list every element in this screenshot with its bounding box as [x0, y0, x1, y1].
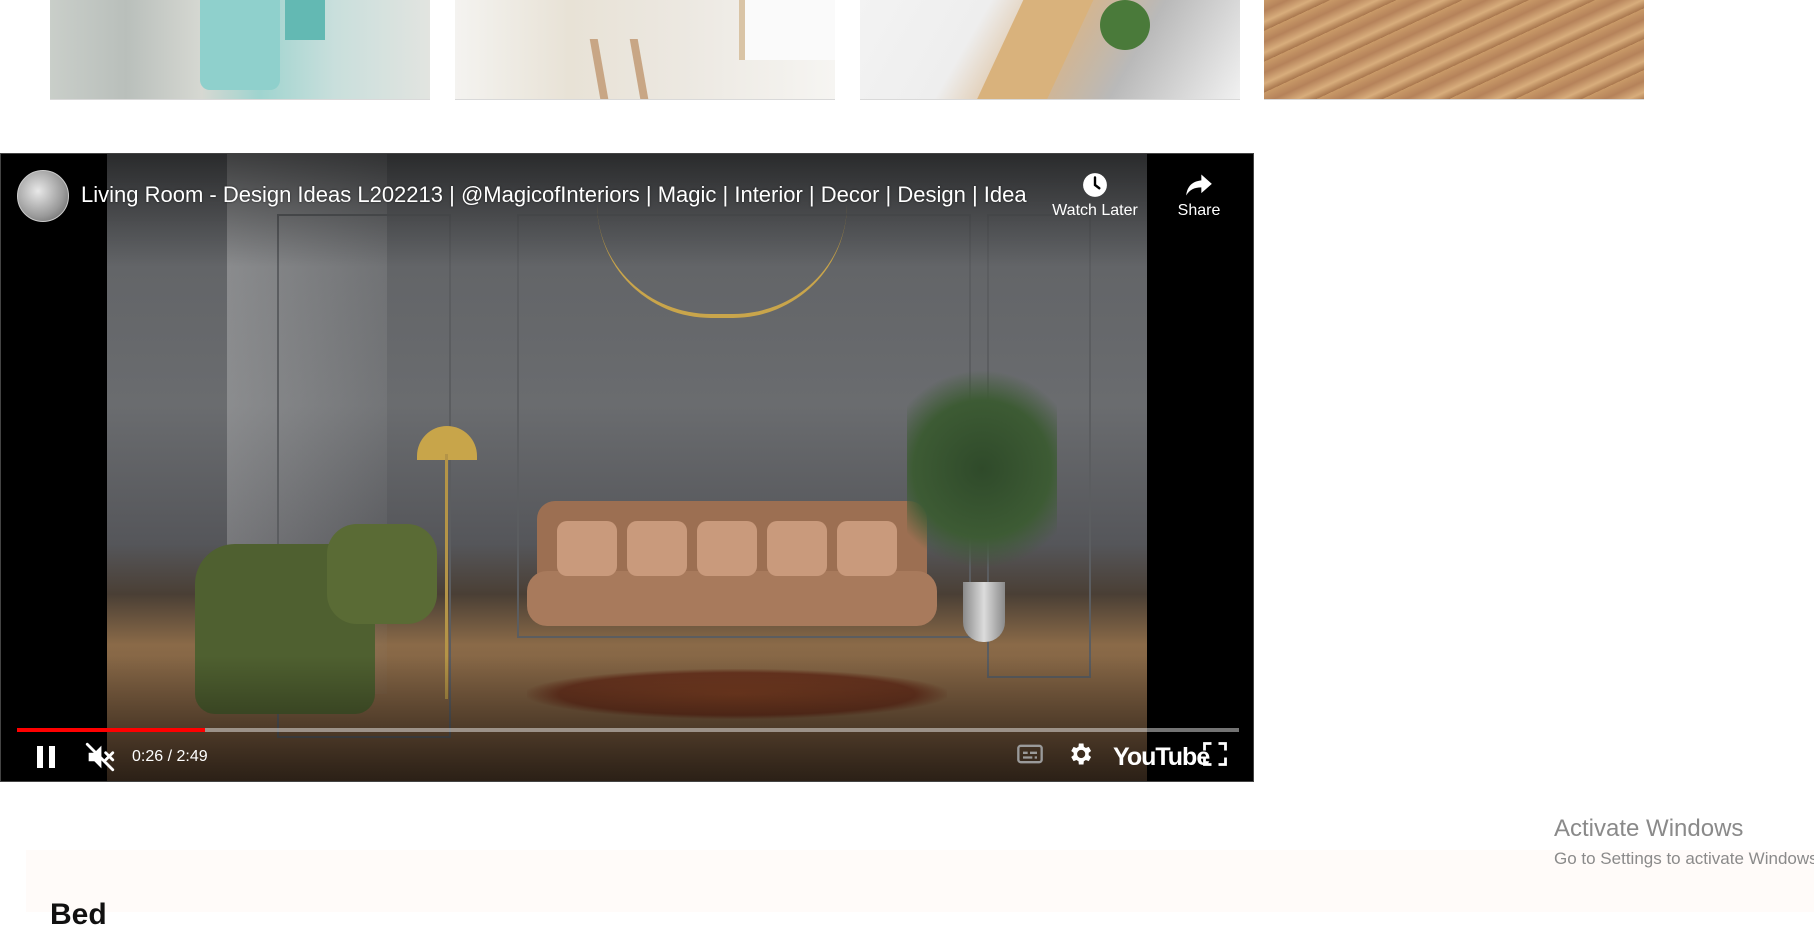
share-label: Share	[1177, 202, 1221, 219]
fullscreen-button[interactable]	[1201, 740, 1229, 773]
pause-bar	[37, 746, 43, 768]
subtitles-button[interactable]	[1016, 740, 1044, 773]
thumbnail-plant-shape	[1100, 0, 1150, 50]
video-gradient-overlay	[1, 154, 1253, 781]
thumbnail-stair-shape	[972, 0, 1098, 99]
thumbnail-stool-leg	[629, 39, 649, 99]
progress-played	[17, 728, 205, 732]
settings-button[interactable]	[1066, 740, 1094, 773]
gear-icon	[1071, 743, 1092, 765]
time-display: 0:26 / 2:49	[132, 748, 208, 765]
progress-bar[interactable]	[17, 728, 1239, 732]
gallery-thumbnail-3[interactable]	[860, 0, 1240, 100]
video-title[interactable]: Living Room - Design Ideas L202213 | @Ma…	[81, 182, 1027, 208]
windows-activation-watermark: Activate Windows Go to Settings to activ…	[1554, 815, 1814, 869]
thumbnail-cabinet-shape	[739, 0, 835, 60]
muted-speaker-icon	[85, 742, 115, 772]
share-button[interactable]: Share	[1171, 172, 1227, 220]
fullscreen-icon	[1203, 742, 1227, 766]
watch-later-button[interactable]: Watch Later	[1047, 172, 1143, 220]
gallery-thumbnail-1[interactable]	[50, 0, 430, 100]
pause-bar	[49, 746, 55, 768]
share-arrow-icon	[1186, 174, 1212, 196]
youtube-logo-link[interactable]: YouTube	[1113, 743, 1210, 772]
unmute-button[interactable]	[83, 740, 117, 774]
gallery-thumbnail-2[interactable]	[455, 0, 835, 100]
watch-later-label: Watch Later	[1052, 202, 1138, 219]
clock-icon	[1083, 173, 1107, 197]
thumbnail-stool-leg	[589, 39, 609, 99]
thumbnail-furniture-shape	[285, 0, 325, 40]
thumbnail-furniture-shape	[200, 0, 280, 90]
captions-icon	[1017, 744, 1043, 764]
channel-avatar[interactable]	[17, 170, 69, 222]
section-heading: Bed	[50, 898, 107, 931]
gallery-thumbnail-4[interactable]	[1264, 0, 1644, 100]
activation-subtext: Go to Settings to activate Windows.	[1554, 849, 1814, 868]
activation-heading: Activate Windows	[1554, 815, 1744, 842]
video-player[interactable]: Living Room - Design Ideas L202213 | @Ma…	[0, 153, 1254, 782]
section-background	[26, 850, 1814, 912]
pause-button[interactable]	[31, 740, 63, 772]
